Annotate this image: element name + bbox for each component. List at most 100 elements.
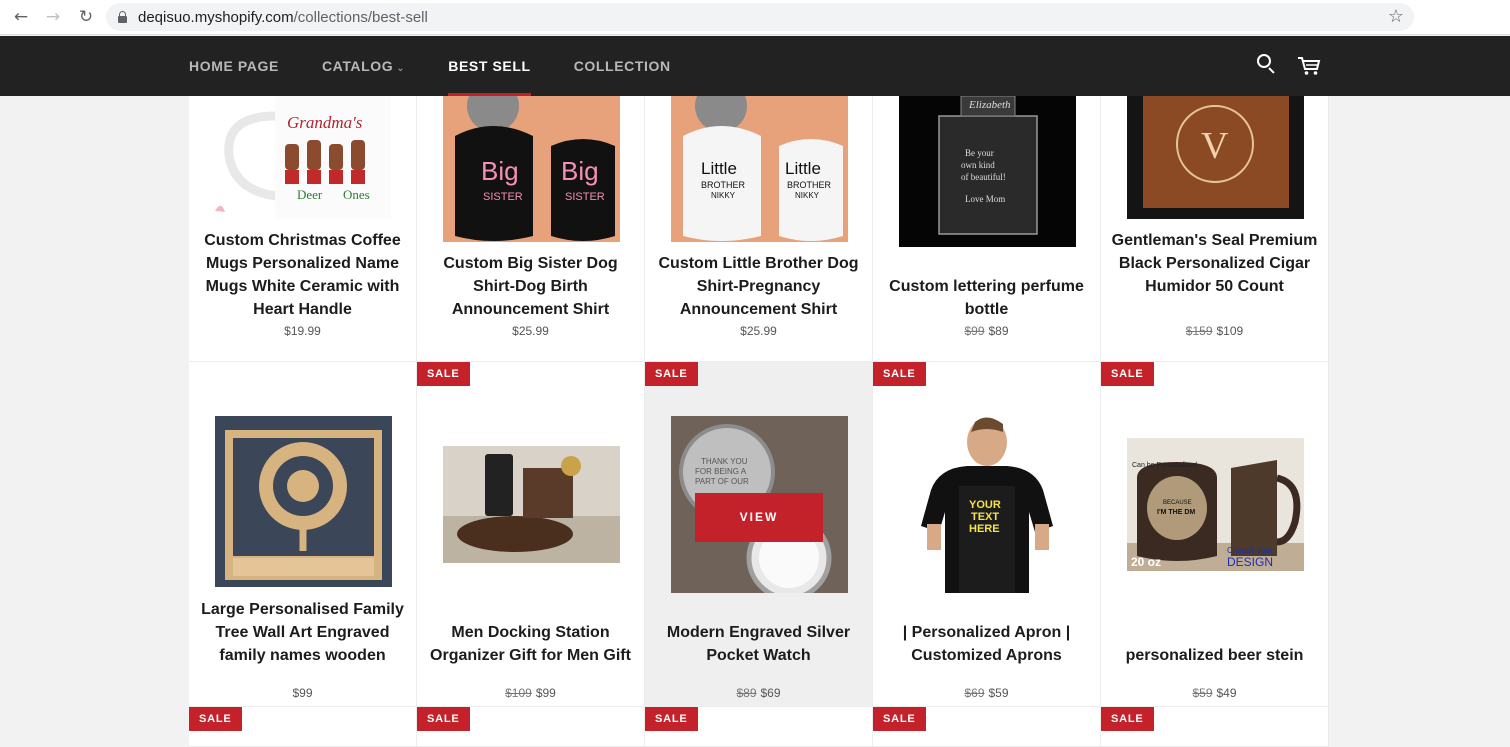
back-icon[interactable]: ←	[10, 7, 32, 27]
stein-text: Can be Personalized	[1132, 462, 1197, 469]
current-price: $19.99	[284, 324, 321, 338]
main-menu: HOME PAGE CATALOG ⌄ BEST SELL COLLECTION	[189, 36, 714, 96]
product-price: $59 $49	[1101, 686, 1328, 700]
stein-text: I'M THE DM	[1157, 509, 1195, 516]
bookmark-star-icon[interactable]: ☆	[1388, 6, 1404, 27]
product-price: $89 $69	[645, 686, 872, 700]
old-price: $109	[505, 686, 532, 700]
product-card[interactable]: Elizabeth Be your own kind of beautiful!…	[873, 96, 1101, 362]
old-price: $89	[736, 686, 757, 700]
product-title[interactable]: Custom Christmas Coffee Mugs Personalize…	[197, 229, 408, 321]
product-title[interactable]: Custom Big Sister Dog Shirt-Dog Birth An…	[425, 252, 636, 321]
product-card[interactable]: SALE	[417, 707, 645, 747]
mug-text: Ones	[343, 187, 370, 202]
nav-label: BEST SELL	[448, 58, 531, 74]
shirt-text: NIKKY	[795, 191, 820, 200]
reload-icon[interactable]: ↻	[75, 7, 97, 27]
forward-icon[interactable]: →	[42, 7, 64, 27]
product-card[interactable]: SALE Can be Personalized BECAUSE I'M THE…	[1101, 362, 1329, 707]
product-card[interactable]: SALE YOUR TEXT HERE | Personalized Apron…	[873, 362, 1101, 707]
product-card[interactable]: Grandma's Deer Ones Custom Christmas Cof…	[189, 96, 417, 362]
product-title[interactable]: | Personalized Apron | Customized Aprons	[881, 621, 1092, 667]
product-card[interactable]: V Gentleman's Seal Premium Black Persona…	[1101, 96, 1329, 362]
current-price: $49	[1216, 686, 1237, 700]
shirt-text: Big	[481, 156, 519, 186]
apron-text: YOUR	[969, 499, 1001, 511]
product-title[interactable]: Custom Little Brother Dog Shirt-Pregnanc…	[653, 252, 864, 321]
nav-label: COLLECTION	[573, 58, 671, 74]
shirt-text: BROTHER	[787, 180, 832, 190]
search-icon[interactable]	[1257, 54, 1277, 74]
shirt-text: Little	[785, 159, 821, 178]
sale-badge: SALE	[873, 362, 926, 386]
site-header: HOME PAGE CATALOG ⌄ BEST SELL COLLECTION	[0, 36, 1510, 96]
browser-toolbar: ← → ↻ deqisuo.myshopify.com/collections/…	[0, 0, 1510, 35]
view-button[interactable]: VIEW	[695, 493, 823, 542]
perfume-text: Elizabeth	[968, 99, 1011, 111]
product-title[interactable]: personalized beer stein	[1109, 644, 1320, 667]
product-price: $25.99	[645, 324, 872, 338]
old-price: $69	[964, 686, 985, 700]
product-title[interactable]: Modern Engraved Silver Pocket Watch	[653, 621, 864, 667]
url-host: deqisuo.myshopify.com	[138, 9, 294, 26]
current-price: $99	[292, 686, 313, 700]
stein-text: DESIGN	[1227, 555, 1273, 569]
product-price: $109 $99	[417, 686, 644, 700]
product-card[interactable]: SALE Men Docking Station Organizer Gift …	[417, 362, 645, 707]
beer-stein-icon: Can be Personalized BECAUSE I'M THE DM 2…	[1127, 438, 1304, 571]
product-card[interactable]: Little BROTHER NIKKY Little BROTHER NIKK…	[645, 96, 873, 362]
docking-station-icon	[443, 446, 620, 563]
product-title[interactable]: Custom lettering perfume bottle	[881, 275, 1092, 321]
product-card[interactable]: SALE	[189, 707, 417, 747]
family-tree-icon	[215, 416, 392, 587]
address-bar[interactable]: deqisuo.myshopify.com/collections/best-s…	[106, 3, 1414, 31]
current-price: $25.99	[512, 324, 549, 338]
shirt-text: NIKKY	[711, 191, 736, 200]
product-title[interactable]: Men Docking Station Organizer Gift for M…	[425, 621, 636, 667]
humidor-monogram: V	[1201, 125, 1229, 167]
sale-badge: SALE	[645, 707, 698, 731]
product-price: $159 $109	[1101, 324, 1328, 338]
stein-text: 20 oz	[1131, 555, 1161, 569]
sale-badge: SALE	[873, 707, 926, 731]
shirt-text: SISTER	[565, 191, 605, 203]
product-card[interactable]: SALE THANK YOU FOR BEING A PART OF OUR V…	[645, 362, 873, 707]
product-card[interactable]: SALE	[1101, 707, 1329, 747]
old-price: $99	[964, 324, 985, 338]
url-text[interactable]: deqisuo.myshopify.com/collections/best-s…	[138, 9, 428, 26]
watch-text: THANK YOU	[701, 457, 748, 466]
product-card[interactable]: Big SISTER Big SISTER Custom Big Sister …	[417, 96, 645, 362]
product-card[interactable]: SALE	[873, 707, 1101, 747]
sale-badge: SALE	[1101, 362, 1154, 386]
perfume-text: Love Mom	[965, 194, 1005, 204]
old-price: $59	[1192, 686, 1213, 700]
nav-best-sell[interactable]: BEST SELL	[448, 36, 531, 96]
shirt-text: Big	[561, 156, 599, 186]
nav-catalog[interactable]: CATALOG ⌄	[322, 36, 405, 96]
watch-text: PART OF OUR	[695, 477, 749, 486]
product-title[interactable]: Gentleman's Seal Premium Black Personali…	[1109, 229, 1320, 298]
product-card[interactable]: Large Personalised Family Tree Wall Art …	[189, 362, 417, 707]
dog-shirt-icon: Big SISTER Big SISTER	[443, 96, 620, 242]
product-title[interactable]: Large Personalised Family Tree Wall Art …	[197, 598, 408, 667]
sale-badge: SALE	[417, 707, 470, 731]
current-price: $25.99	[740, 324, 777, 338]
current-price: $89	[988, 324, 1009, 338]
perfume-text: own kind	[961, 160, 995, 170]
chevron-down-icon: ⌄	[396, 63, 406, 74]
stein-text: Choose your	[1227, 546, 1273, 555]
nav-label: CATALOG	[321, 58, 394, 74]
watch-text: FOR BEING A	[695, 467, 747, 476]
product-price: $99	[189, 686, 416, 700]
nav-collection[interactable]: COLLECTION	[574, 36, 671, 96]
perfume-text: Be your	[965, 148, 994, 158]
product-price: $19.99	[189, 324, 416, 338]
nav-home-page[interactable]: HOME PAGE	[189, 36, 279, 96]
cart-icon[interactable]	[1297, 56, 1321, 76]
current-price: $109	[1216, 324, 1244, 338]
product-card[interactable]: SALE	[645, 707, 873, 747]
stein-text: BECAUSE	[1163, 500, 1192, 506]
perfume-text: of beautiful!	[961, 172, 1006, 182]
humidor-icon: V	[1127, 96, 1304, 219]
product-price: $99 $89	[873, 324, 1100, 338]
